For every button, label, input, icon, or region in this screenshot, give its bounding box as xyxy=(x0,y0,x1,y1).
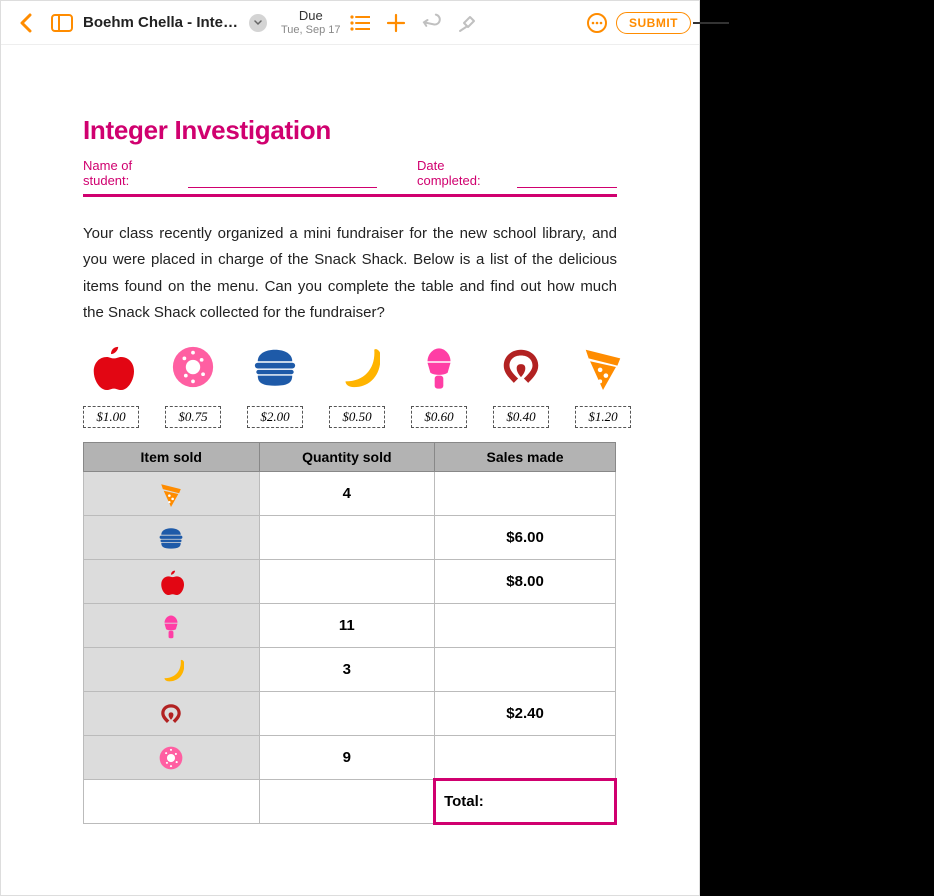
cell-sales[interactable]: $2.40 xyxy=(435,692,616,736)
page-heading: Integer Investigation xyxy=(83,115,617,146)
price-box-banana[interactable]: $0.50 xyxy=(329,406,385,428)
cell-item-pizza xyxy=(84,472,260,516)
gavel-icon[interactable] xyxy=(451,6,485,40)
due-block: Due Tue, Sep 17 xyxy=(281,9,341,35)
cell-item-donut xyxy=(84,736,260,780)
table-total-row: Total: xyxy=(84,780,616,824)
cell-qty[interactable] xyxy=(259,516,435,560)
cell-qty[interactable]: 3 xyxy=(259,648,435,692)
donut-icon xyxy=(170,342,216,392)
burger-icon xyxy=(252,342,298,392)
price-item-burger: $2.00 xyxy=(247,342,303,428)
price-item-apple: $1.00 xyxy=(83,342,139,428)
list-icon[interactable] xyxy=(343,6,377,40)
name-label: Name of student: xyxy=(83,158,182,188)
cell-sales[interactable] xyxy=(435,736,616,780)
total-blank-1 xyxy=(84,780,260,824)
price-item-icecream: $0.60 xyxy=(411,342,467,428)
price-item-pizza: $1.20 xyxy=(575,342,631,428)
intro-text: Your class recently organized a mini fun… xyxy=(83,221,617,326)
price-box-icecream[interactable]: $0.60 xyxy=(411,406,467,428)
app-window: Boehm Chella - Integers I... Due Tue, Se… xyxy=(0,0,700,896)
cell-item-apple xyxy=(84,560,260,604)
pretzel-icon xyxy=(498,342,544,392)
sales-table: Item sold Quantity sold Sales made 4 $6.… xyxy=(83,442,617,825)
price-item-donut: $0.75 xyxy=(165,342,221,428)
add-icon[interactable] xyxy=(379,6,413,40)
cell-item-icecream xyxy=(84,604,260,648)
date-label: Date completed: xyxy=(417,158,511,188)
icecream-icon xyxy=(416,342,462,392)
table-row: $6.00 xyxy=(84,516,616,560)
cell-item-banana xyxy=(84,648,260,692)
header-item: Item sold xyxy=(84,443,260,472)
document-title: Boehm Chella - Integers I... xyxy=(83,14,243,31)
cell-qty[interactable]: 9 xyxy=(259,736,435,780)
price-item-pretzel: $0.40 xyxy=(493,342,549,428)
due-date: Tue, Sep 17 xyxy=(281,24,341,36)
total-blank-2 xyxy=(259,780,435,824)
name-field: Name of student: xyxy=(83,158,377,188)
cell-sales[interactable] xyxy=(435,604,616,648)
price-row: $1.00 $0.75 $2.00 $0.50 $0.60 $0.40 $1.2… xyxy=(83,342,617,428)
price-box-apple[interactable]: $1.00 xyxy=(83,406,139,428)
cell-item-burger xyxy=(84,516,260,560)
cell-item-pretzel xyxy=(84,692,260,736)
table-row: $2.40 xyxy=(84,692,616,736)
cell-sales[interactable]: $6.00 xyxy=(435,516,616,560)
cell-qty[interactable]: 11 xyxy=(259,604,435,648)
price-box-donut[interactable]: $0.75 xyxy=(165,406,221,428)
price-item-banana: $0.50 xyxy=(329,342,385,428)
cell-qty[interactable]: 4 xyxy=(259,472,435,516)
banana-icon xyxy=(334,342,380,392)
cell-sales[interactable] xyxy=(435,648,616,692)
undo-icon[interactable] xyxy=(415,6,449,40)
price-box-pretzel[interactable]: $0.40 xyxy=(493,406,549,428)
table-row: 3 xyxy=(84,648,616,692)
due-label: Due xyxy=(281,9,341,23)
sidebar-toggle-icon[interactable] xyxy=(45,6,79,40)
heading-divider xyxy=(83,194,617,197)
more-icon[interactable] xyxy=(580,6,614,40)
table-row: 11 xyxy=(84,604,616,648)
meta-row: Name of student: Date completed: xyxy=(83,158,617,188)
pizza-icon xyxy=(580,342,626,392)
toolbar: Boehm Chella - Integers I... Due Tue, Se… xyxy=(1,1,699,45)
cell-sales[interactable] xyxy=(435,472,616,516)
name-blank-line[interactable] xyxy=(188,175,377,188)
callout-line xyxy=(693,22,729,24)
table-row: $8.00 xyxy=(84,560,616,604)
cell-qty[interactable] xyxy=(259,560,435,604)
price-box-burger[interactable]: $2.00 xyxy=(247,406,303,428)
total-cell[interactable]: Total: xyxy=(435,780,616,824)
page-content: Integer Investigation Name of student: D… xyxy=(1,45,699,845)
table-row: 9 xyxy=(84,736,616,780)
header-sales: Sales made xyxy=(435,443,616,472)
title-dropdown[interactable] xyxy=(249,14,267,32)
price-box-pizza[interactable]: $1.20 xyxy=(575,406,631,428)
date-blank-line[interactable] xyxy=(517,175,617,188)
apple-icon xyxy=(88,342,134,392)
cell-sales[interactable]: $8.00 xyxy=(435,560,616,604)
submit-button[interactable]: SUBMIT xyxy=(616,12,691,34)
table-row: 4 xyxy=(84,472,616,516)
table-header-row: Item sold Quantity sold Sales made xyxy=(84,443,616,472)
date-field: Date completed: xyxy=(417,158,617,188)
cell-qty[interactable] xyxy=(259,692,435,736)
header-qty: Quantity sold xyxy=(259,443,435,472)
back-button[interactable] xyxy=(9,6,43,40)
